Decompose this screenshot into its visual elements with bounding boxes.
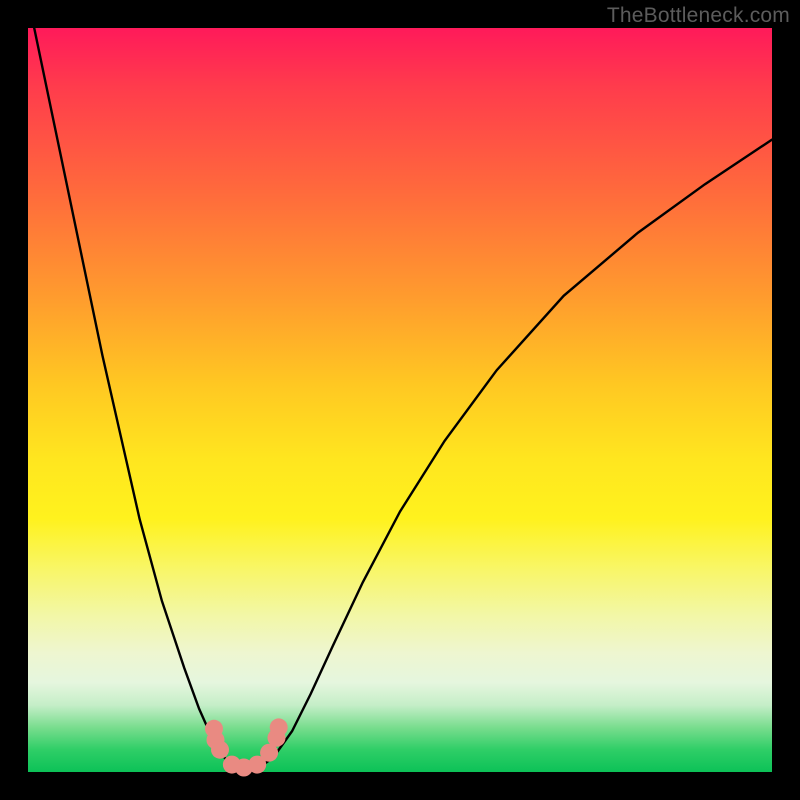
marker-dot — [270, 718, 288, 736]
watermark-text: TheBottleneck.com — [607, 4, 790, 28]
chart-markers — [205, 718, 288, 776]
chart-plot-area — [28, 28, 772, 772]
chart-frame: TheBottleneck.com — [0, 0, 800, 800]
marker-dot — [211, 741, 229, 759]
chart-curve — [28, 0, 772, 772]
chart-svg — [28, 28, 772, 772]
